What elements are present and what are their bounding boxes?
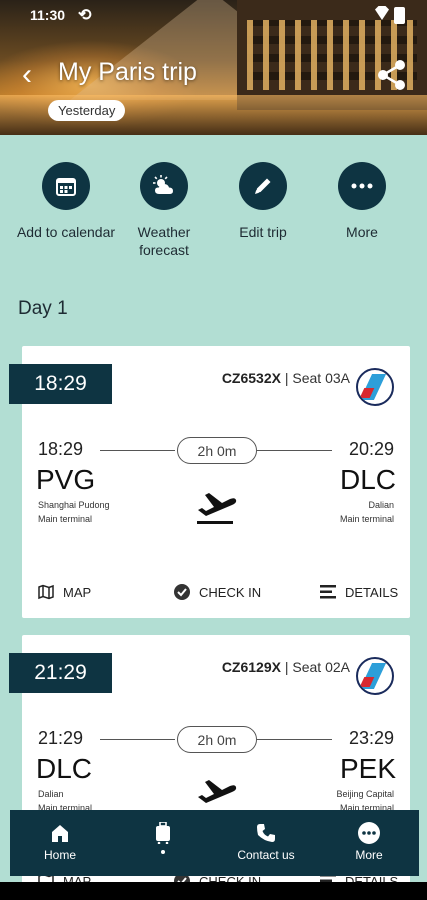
more-actions-label: More xyxy=(346,224,378,240)
battery-icon xyxy=(394,7,405,24)
more-circle-icon xyxy=(358,822,380,844)
arrival-airport-info: Dalian Main terminal xyxy=(340,498,394,526)
departure-airport-code: DLC xyxy=(36,753,93,784)
more-dots-icon xyxy=(351,183,373,189)
nav-active-indicator xyxy=(161,850,165,854)
page-title: My Paris trip xyxy=(58,58,197,86)
departure-airport-code: PVG xyxy=(36,464,96,495)
bottom-navigation: Home Contact us More xyxy=(10,810,419,876)
departure-terminal: Main terminal xyxy=(38,514,93,524)
nav-trips[interactable] xyxy=(113,810,213,876)
details-button[interactable]: DETAILS xyxy=(320,582,398,602)
check-in-label: CHECK IN xyxy=(199,584,262,600)
system-navigation-bar xyxy=(0,882,427,900)
seat-label: | Seat 02A xyxy=(284,659,350,675)
arrival-time: 23:29 xyxy=(348,728,394,748)
route-line-left xyxy=(100,739,175,740)
route-line-right xyxy=(257,739,332,740)
departure-time-tag: 21:29 xyxy=(9,653,112,693)
weather-forecast-button[interactable]: Weather forecast xyxy=(109,160,219,259)
phone-icon xyxy=(255,822,277,844)
nav-contact-us[interactable]: Contact us xyxy=(216,810,316,876)
departure-time: 18:29 xyxy=(38,439,84,459)
check-in-button[interactable]: CHECK IN xyxy=(174,582,261,602)
sync-icon: ⟲ xyxy=(78,7,92,24)
more-actions-button[interactable]: More xyxy=(307,160,417,241)
route-line-left xyxy=(100,450,175,451)
airline-logo xyxy=(356,657,394,695)
add-to-calendar-label: Add to calendar xyxy=(16,224,116,240)
arrival-airport-code: PEK xyxy=(339,753,396,784)
weather-forecast-label: Weather forecast xyxy=(137,224,191,258)
map-label: MAP xyxy=(63,584,92,600)
flight-number: CZ6129X xyxy=(221,659,281,675)
back-arrow-icon[interactable]: ‹ xyxy=(22,60,32,90)
wifi-icon xyxy=(375,6,389,20)
check-circle-icon xyxy=(174,584,190,600)
flight-number: CZ6532X xyxy=(221,370,281,386)
departure-time-tag: 18:29 xyxy=(9,364,112,404)
nav-more[interactable]: More xyxy=(319,810,419,876)
arrival-terminal: Main terminal xyxy=(339,514,394,524)
calendar-icon xyxy=(56,178,76,196)
arrival-airport-name: Dalian xyxy=(368,500,394,510)
share-icon[interactable] xyxy=(375,58,409,92)
details-label: DETAILS xyxy=(345,584,399,600)
details-list-icon xyxy=(320,585,336,599)
nav-home[interactable]: Home xyxy=(10,810,110,876)
add-to-calendar-button[interactable]: Add to calendar xyxy=(11,160,121,241)
departure-airport-name: Shanghai Pudong xyxy=(38,500,110,510)
flight-duration: 2h 0m xyxy=(177,726,257,753)
airplane-icon xyxy=(198,780,237,803)
home-icon xyxy=(49,822,71,844)
nav-contact-label: Contact us xyxy=(237,848,295,862)
flight-duration: 2h 0m xyxy=(177,437,257,464)
departure-airport-info: Shanghai Pudong Main terminal xyxy=(38,498,110,526)
map-icon xyxy=(38,584,54,600)
day-heading: Day 1 xyxy=(18,298,68,319)
weather-icon xyxy=(153,175,173,194)
pencil-icon xyxy=(255,178,271,194)
arrival-airport-name: Beijing Capital xyxy=(336,789,394,799)
flight-info: CZ6129X | Seat 02A xyxy=(222,659,350,675)
arrival-time: 20:29 xyxy=(348,439,394,459)
date-chip: Yesterday xyxy=(48,100,126,121)
arrival-airport-code: DLC xyxy=(339,464,396,495)
edit-trip-label: Edit trip xyxy=(239,224,287,240)
flight-card[interactable]: 18:29 CZ6532X | Seat 03A 18:29 2h 0m 20:… xyxy=(9,346,410,618)
edit-trip-button[interactable]: Edit trip xyxy=(208,160,318,241)
trip-actions: Add to calendar Weather forecast Edit tr… xyxy=(0,160,427,270)
flight-info: CZ6532X | Seat 03A xyxy=(222,370,350,386)
takeoff-plane-icon xyxy=(197,493,237,524)
route-line-right xyxy=(257,450,332,451)
departure-time: 21:29 xyxy=(38,728,84,748)
seat-label: | Seat 03A xyxy=(284,370,350,386)
status-bar: 11:30 ⟲ xyxy=(0,0,427,32)
status-time: 11:30 xyxy=(30,7,66,23)
nav-home-label: Home xyxy=(43,848,76,862)
departure-airport-name: Dalian xyxy=(38,789,64,799)
map-button[interactable]: MAP xyxy=(38,582,91,602)
luggage-icon xyxy=(152,822,174,844)
nav-more-label: More xyxy=(355,848,383,862)
airline-logo xyxy=(356,368,394,406)
